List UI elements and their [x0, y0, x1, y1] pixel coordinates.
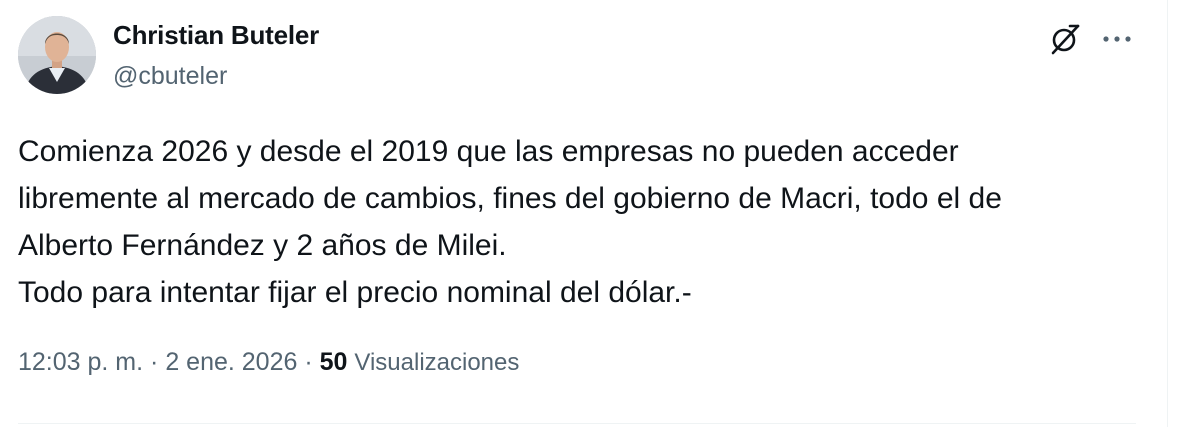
- column-border: [1167, 0, 1168, 427]
- tweet-text-line: Todo para intentar fijar el precio nomin…: [18, 276, 692, 309]
- tweet-text-line: libremente al mercado de cambios, fines …: [18, 182, 1002, 215]
- tweet-time: 12:03 p. m.: [18, 348, 144, 376]
- meta-separator: ·: [304, 348, 313, 376]
- author-name[interactable]: Christian Buteler: [113, 20, 319, 51]
- author-handle[interactable]: @cbuteler: [113, 62, 227, 91]
- tweet-text-line: Comienza 2026 y desde el 2019 que las em…: [18, 135, 959, 168]
- avatar[interactable]: [18, 16, 96, 94]
- more-icon: [1103, 36, 1131, 42]
- tweet-text-line: Alberto Fernández y 2 años de Milei.: [18, 229, 507, 262]
- avatar-photo: [18, 16, 96, 94]
- more-options-button[interactable]: [1098, 20, 1136, 58]
- tweet-date: 2 ene. 2026: [165, 348, 298, 376]
- views-link[interactable]: 50 Visualizaciones: [320, 348, 520, 376]
- meta-separator: ·: [150, 348, 159, 376]
- tweet-time-link[interactable]: 12:03 p. m. · 2 ene. 2026: [18, 348, 297, 376]
- tweet-text: Comienza 2026 y desde el 2019 que las em…: [18, 128, 1158, 316]
- views-label: Visualizaciones: [354, 349, 520, 376]
- divider: [18, 423, 1136, 424]
- views-count: 50: [319, 348, 348, 376]
- tweet-meta: 12:03 p. m. · 2 ene. 2026 · 50 Visualiza…: [18, 348, 519, 377]
- grok-icon: [1051, 24, 1080, 55]
- grok-button[interactable]: [1046, 20, 1084, 58]
- tweet-card: Christian Buteler @cbuteler Comienza 202…: [0, 0, 1168, 427]
